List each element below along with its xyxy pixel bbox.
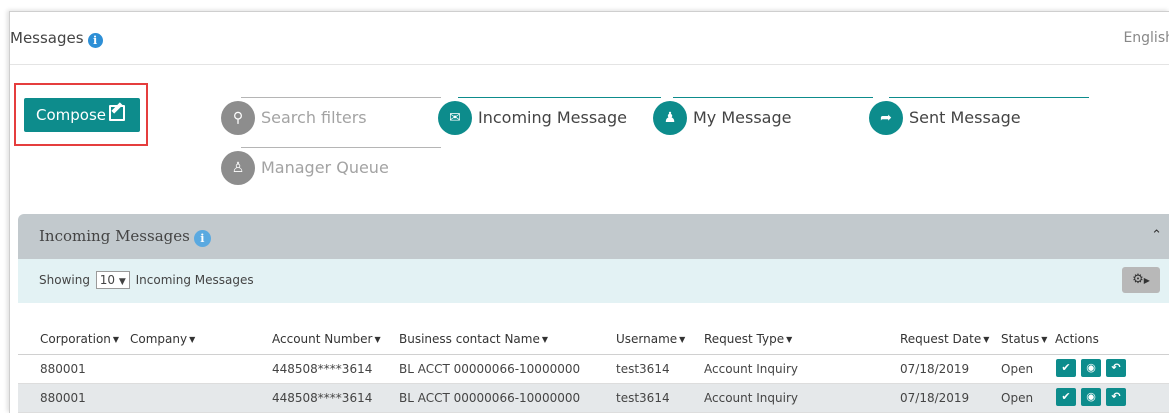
page-title: Messages i [10,29,103,48]
caret-down-icon: ▼ [118,277,126,287]
incoming-messages-panel: Incoming Messages i ⌃ Showing 10 ▼ Incomi… [18,214,1169,413]
col-username[interactable]: Username ▼ [616,332,685,346]
table-row[interactable]: 880001 448508****3614 BL ACCT 00000066-1… [18,384,1169,413]
caret-down-icon: ▼ [679,335,686,344]
filter-manager-label: Manager Queue [261,158,389,177]
language-selector[interactable]: English [1123,30,1169,46]
info-icon[interactable]: i [87,33,103,48]
filter-my-label: My Message [693,108,792,127]
cell-business-contact: BL ACCT 00000066-10000000 [399,391,581,405]
filter-manager-queue[interactable]: ♙ Manager Queue [221,147,441,189]
info-icon[interactable]: i [193,230,211,247]
panel-title-text: Incoming Messages [39,227,190,245]
col-label: Status [1001,332,1040,346]
compose-button[interactable]: Compose [24,98,140,132]
col-label: Request Date [900,332,982,346]
filter-sent-label: Sent Message [909,108,1021,127]
eye-icon[interactable]: ◉ [1081,359,1101,377]
filter-divider-line [241,147,441,148]
col-corporation[interactable]: Corporation ▼ [40,332,119,346]
caret-right-icon: ▶ [1143,276,1150,285]
col-label: Business contact Name [399,332,540,346]
share-icon: ➦ [869,101,903,135]
check-icon[interactable]: ✔ [1056,388,1076,406]
col-label: Actions [1055,332,1099,346]
col-label: Corporation [40,332,111,346]
table-header: Corporation ▼ Company ▼ Account Number ▼ Bu… [18,328,1169,355]
top-bar: Messages i English [10,12,1169,65]
cell-request-date: 07/18/2019 [900,362,970,376]
cell-request-date: 07/18/2019 [900,391,970,405]
showing-suffix: Incoming Messages [135,273,254,287]
check-icon[interactable]: ✔ [1056,359,1076,377]
filter-my-message[interactable]: ♟ My Message [653,97,873,139]
cell-status: Open [1001,362,1034,376]
col-label: Company [130,332,188,346]
caret-down-icon: ▼ [1041,335,1048,344]
col-actions: Actions [1055,332,1099,346]
reply-icon[interactable]: ↶ [1106,388,1126,406]
col-business-contact[interactable]: Business contact Name ▼ [399,332,548,346]
col-label: Account Number [272,332,373,346]
col-status[interactable]: Status ▼ [1001,332,1047,346]
filter-incoming-message[interactable]: ✉ Incoming Message [438,97,661,139]
edit-icon [109,105,126,121]
panel-toolbar: Showing 10 ▼ Incoming Messages ⚙▶ [18,259,1169,303]
chevron-up-icon[interactable]: ⌃ [1151,228,1162,243]
filter-divider-line [458,97,661,98]
col-label: Request Type [704,332,785,346]
filter-divider-line [889,97,1089,98]
col-company[interactable]: Company ▼ [130,332,195,346]
messages-window: Messages i English Compose ⚲ Search filte… [9,11,1169,413]
col-request-date[interactable]: Request Date ▼ [900,332,989,346]
cell-account-number: 448508****3614 [272,362,373,376]
cell-status: Open [1001,391,1034,405]
user-arrow-icon: ♟ [653,101,687,135]
caret-down-icon: ▼ [189,335,196,344]
cell-username: test3614 [616,362,670,376]
caret-down-icon: ▼ [541,335,549,344]
page-size-select[interactable]: 10 ▼ [95,271,130,289]
filter-incoming-label: Incoming Message [478,108,627,127]
col-request-type[interactable]: Request Type ▼ [704,332,792,346]
filter-divider-line [673,97,873,98]
showing-prefix: Showing [39,273,90,287]
cell-account-number: 448508****3614 [272,391,373,405]
page-size-value: 10 [99,273,116,287]
col-label: Username [616,332,678,346]
cell-request-type: Account Inquiry [704,391,799,405]
cell-username: test3614 [616,391,670,405]
panel-header[interactable]: Incoming Messages i ⌃ [18,214,1169,259]
caret-down-icon: ▼ [112,335,120,344]
gear-icon: ⚙ [1132,272,1144,287]
cell-corporation: 880001 [40,391,86,405]
caret-down-icon: ▼ [983,335,990,344]
caret-down-icon: ▼ [374,335,381,344]
settings-button[interactable]: ⚙▶ [1122,267,1160,293]
filter-sent-message[interactable]: ➦ Sent Message [869,97,1089,139]
panel-title: Incoming Messages i [39,227,211,247]
filter-divider-line [241,97,441,98]
envelope-icon: ✉ [438,101,472,135]
manager-icon: ♙ [221,151,255,185]
cell-business-contact: BL ACCT 00000066-10000000 [399,362,581,376]
page-title-text: Messages [10,29,84,47]
reply-icon[interactable]: ↶ [1106,359,1126,377]
table-row[interactable]: 880001 448508****3614 BL ACCT 00000066-1… [18,355,1169,384]
compose-label: Compose [36,106,107,124]
filter-search-label: Search filters [261,108,367,127]
caret-down-icon: ▼ [786,335,793,344]
cell-request-type: Account Inquiry [704,362,799,376]
cell-corporation: 880001 [40,362,86,376]
page-size-control: Showing 10 ▼ Incoming Messages [39,271,254,289]
col-account-number[interactable]: Account Number ▼ [272,332,381,346]
search-icon: ⚲ [221,101,255,135]
eye-icon[interactable]: ◉ [1081,388,1101,406]
filter-search[interactable]: ⚲ Search filters [221,97,441,139]
